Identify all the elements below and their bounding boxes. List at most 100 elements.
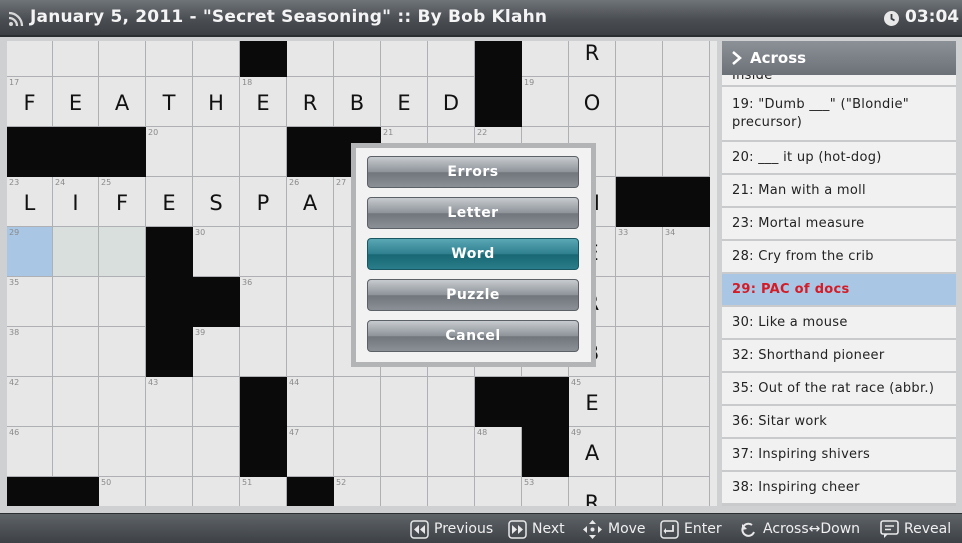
grid-cell[interactable]: 23 L	[7, 177, 53, 227]
grid-cell[interactable]	[287, 227, 334, 277]
grid-cell[interactable]	[287, 41, 334, 77]
grid-cell[interactable]: D	[428, 77, 475, 127]
grid-cell[interactable]	[146, 427, 193, 477]
grid-cell[interactable]	[240, 327, 287, 377]
grid-cell[interactable]	[381, 377, 428, 427]
grid-cell[interactable]	[616, 127, 663, 177]
grid-cell[interactable]: 52	[334, 477, 381, 506]
grid-cell[interactable]	[616, 327, 663, 377]
grid-cell[interactable]	[99, 427, 146, 477]
grid-cell[interactable]	[616, 427, 663, 477]
grid-cell[interactable]	[663, 477, 710, 506]
grid-cell[interactable]	[99, 227, 146, 277]
grid-cell[interactable]: 36	[240, 277, 287, 327]
puzzle-button[interactable]: Puzzle	[367, 279, 579, 311]
clue-item[interactable]: 36: Sitar work	[722, 406, 956, 439]
grid-cell[interactable]: 29	[7, 227, 53, 277]
grid-cell[interactable]	[7, 41, 53, 77]
letter-button[interactable]: Letter	[367, 197, 579, 229]
grid-cell[interactable]	[146, 477, 193, 506]
grid-cell[interactable]	[193, 427, 240, 477]
next-control[interactable]: Next	[508, 518, 565, 540]
grid-cell[interactable]: 38	[7, 327, 53, 377]
grid-cell[interactable]: T	[146, 77, 193, 127]
grid-cell[interactable]: 33	[616, 227, 663, 277]
grid-cell[interactable]	[428, 377, 475, 427]
grid-cell[interactable]	[381, 427, 428, 477]
grid-cell[interactable]	[53, 427, 99, 477]
grid-cell[interactable]: R	[569, 41, 616, 77]
grid-cell[interactable]: 17 F	[7, 77, 53, 127]
grid-cell[interactable]	[53, 41, 99, 77]
grid-cell[interactable]: 48	[475, 427, 522, 477]
grid-cell[interactable]: 39	[193, 327, 240, 377]
grid-cell[interactable]	[287, 327, 334, 377]
clue-item[interactable]: 38: Inspiring cheer	[722, 472, 956, 505]
grid-cell[interactable]	[99, 277, 146, 327]
clue-item[interactable]: 32: Shorthand pioneer	[722, 340, 956, 373]
grid-cell[interactable]	[616, 77, 663, 127]
reveal-control[interactable]: Reveal	[880, 518, 951, 540]
grid-cell[interactable]	[240, 127, 287, 177]
grid-cell[interactable]: 35	[7, 277, 53, 327]
grid-cell[interactable]: E	[53, 77, 99, 127]
grid-cell[interactable]	[99, 41, 146, 77]
grid-cell[interactable]	[193, 477, 240, 506]
clue-item[interactable]: 21: Man with a moll	[722, 175, 956, 208]
grid-cell[interactable]	[53, 377, 99, 427]
grid-cell[interactable]: 42	[7, 377, 53, 427]
grid-cell[interactable]: 49 A	[569, 427, 616, 477]
grid-cell[interactable]: 51	[240, 477, 287, 506]
grid-cell[interactable]: 53	[522, 477, 569, 506]
grid-cell[interactable]	[616, 277, 663, 327]
grid-cell[interactable]	[146, 41, 193, 77]
errors-button[interactable]: Errors	[367, 156, 579, 188]
enter-control[interactable]: Enter	[660, 518, 722, 540]
grid-cell[interactable]	[53, 327, 99, 377]
grid-cell[interactable]: 34	[663, 227, 710, 277]
grid-cell[interactable]: E	[146, 177, 193, 227]
word-button[interactable]: Word	[367, 238, 579, 270]
grid-cell[interactable]	[287, 277, 334, 327]
grid-cell[interactable]	[663, 277, 710, 327]
grid-cell[interactable]	[53, 277, 99, 327]
clue-item[interactable]: 23: Mortal measure	[722, 208, 956, 241]
clue-item[interactable]: 28: Cry from the crib	[722, 241, 956, 274]
clue-item-active[interactable]: 29: PAC of docs	[722, 274, 956, 307]
grid-cell[interactable]	[663, 327, 710, 377]
grid-cell[interactable]: 24 I	[53, 177, 99, 227]
clue-item[interactable]: 30: Like a mouse	[722, 307, 956, 340]
grid-cell[interactable]: R	[287, 77, 334, 127]
grid-cell[interactable]: H	[193, 77, 240, 127]
grid-cell[interactable]: E	[381, 77, 428, 127]
clue-panel-header[interactable]: Across	[722, 41, 956, 75]
clue-item[interactable]: 35: Out of the rat race (abbr.)	[722, 373, 956, 406]
grid-cell[interactable]	[663, 77, 710, 127]
grid-cell[interactable]	[663, 127, 710, 177]
grid-cell[interactable]: A	[99, 77, 146, 127]
grid-cell[interactable]: 30	[193, 227, 240, 277]
grid-cell[interactable]: S	[193, 177, 240, 227]
grid-cell[interactable]: 47	[287, 427, 334, 477]
grid-cell[interactable]	[334, 41, 381, 77]
grid-cell[interactable]: 44	[287, 377, 334, 427]
grid-cell[interactable]	[522, 41, 569, 77]
grid-cell[interactable]	[53, 227, 99, 277]
grid-cell[interactable]	[193, 377, 240, 427]
grid-cell[interactable]	[334, 427, 381, 477]
cancel-button[interactable]: Cancel	[367, 320, 579, 352]
grid-cell[interactable]: 20	[146, 127, 193, 177]
grid-cell[interactable]	[381, 41, 428, 77]
grid-cell[interactable]	[334, 377, 381, 427]
grid-cell[interactable]: 19	[522, 77, 569, 127]
grid-cell[interactable]: R	[569, 477, 616, 506]
grid-cell[interactable]	[428, 477, 475, 506]
grid-cell[interactable]: 46	[7, 427, 53, 477]
clue-item[interactable]: 37: Inspiring shivers	[722, 439, 956, 472]
grid-cell[interactable]	[428, 41, 475, 77]
grid-cell[interactable]: P	[240, 177, 287, 227]
grid-cell[interactable]: 43	[146, 377, 193, 427]
grid-cell[interactable]	[99, 327, 146, 377]
grid-cell[interactable]	[616, 41, 663, 77]
grid-cell[interactable]	[381, 477, 428, 506]
